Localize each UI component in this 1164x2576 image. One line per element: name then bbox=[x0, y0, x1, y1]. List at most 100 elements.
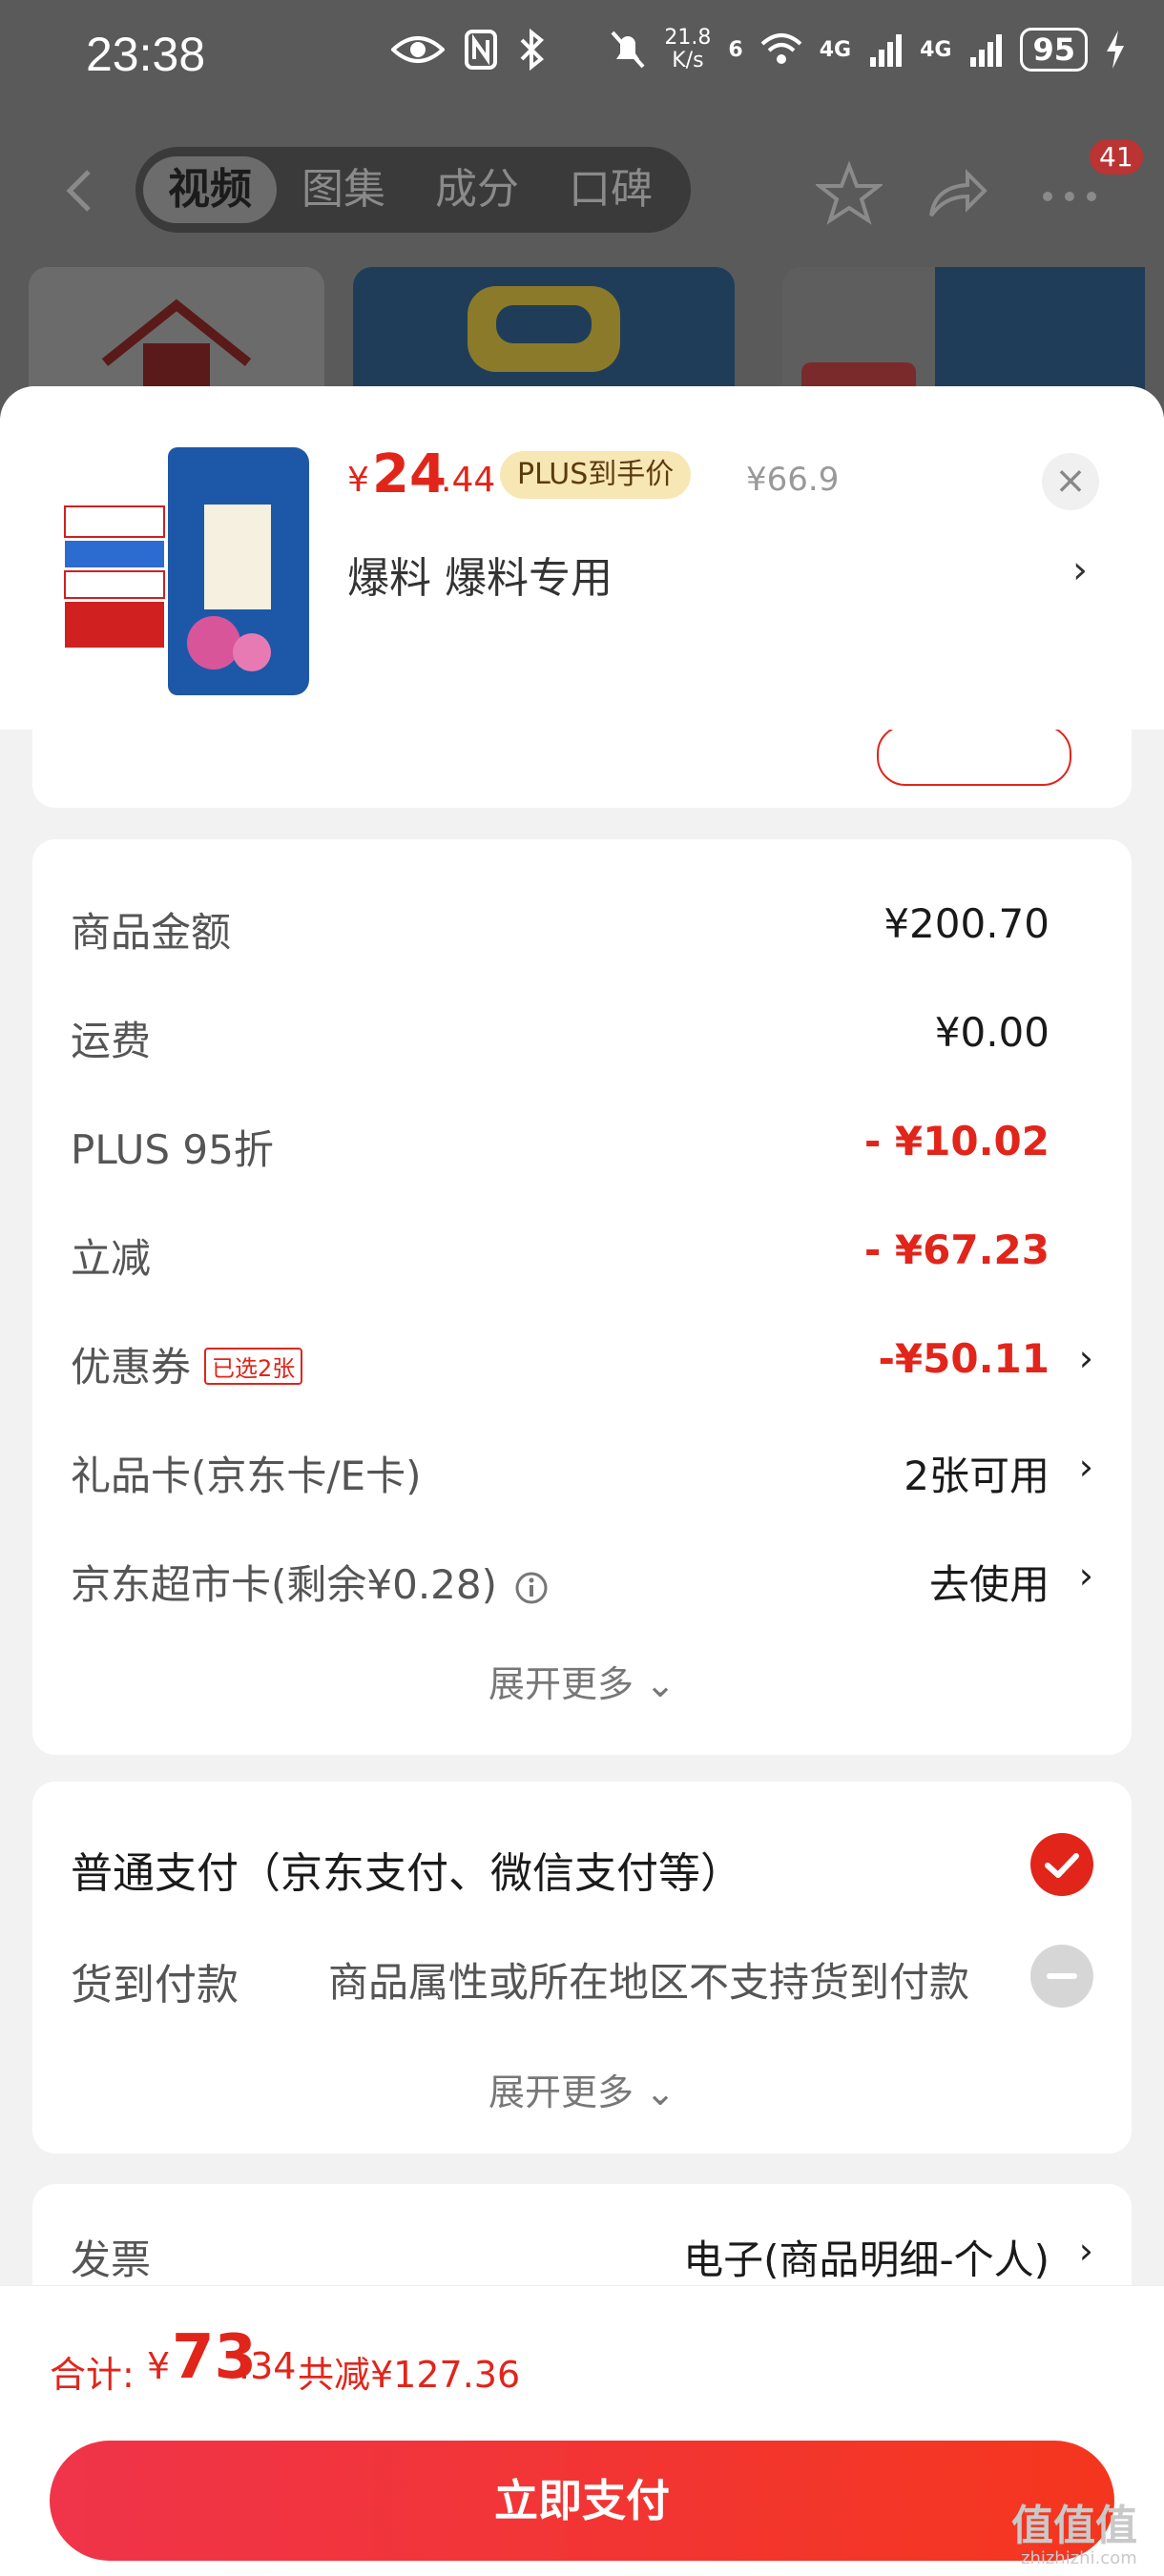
invoice-row[interactable]: 发票 电子(商品明细-个人) › bbox=[71, 2215, 1093, 2291]
close-icon: × bbox=[1054, 459, 1087, 503]
summary-row-instant-discount: 立减 - ¥67.23 bbox=[71, 1213, 1093, 1289]
mute-bell-icon bbox=[611, 31, 645, 69]
total-decimal: .34 bbox=[239, 2345, 297, 2387]
invoice-value: 电子(商品明细-个人) bbox=[683, 2236, 1050, 2283]
battery-level: 95 bbox=[1020, 28, 1088, 72]
invoice-label: 发票 bbox=[71, 2236, 152, 2283]
more-dots-icon[interactable] bbox=[1036, 160, 1103, 227]
watermark-url: zhizhizhi.com bbox=[1021, 2548, 1137, 2568]
original-price: ¥66.9 bbox=[746, 461, 840, 499]
chevron-down-icon: ⌄ bbox=[645, 1663, 676, 1705]
price-decimal: .44 bbox=[441, 461, 496, 500]
tab-video[interactable]: 视频 bbox=[143, 156, 277, 223]
plus-price-tag: PLUS到手价 bbox=[500, 451, 692, 499]
status-time: 23:38 bbox=[86, 28, 206, 81]
chevron-right-icon[interactable]: › bbox=[1079, 1446, 1093, 1488]
signal-type-2: 4G bbox=[920, 37, 952, 62]
info-icon[interactable] bbox=[514, 1571, 549, 1605]
summary-label: 运费 bbox=[71, 1018, 152, 1064]
total-saved: 共减¥127.36 bbox=[298, 2354, 521, 2396]
tab-reviews[interactable]: 口碑 bbox=[544, 156, 677, 223]
product-image[interactable] bbox=[61, 447, 309, 695]
tab-gallery[interactable]: 图集 bbox=[277, 156, 410, 223]
summary-row-coupon[interactable]: 优惠券 已选2张 -¥50.11 › bbox=[71, 1322, 1093, 1398]
supermarket-card-label: 京东超市卡(剩余¥0.28) bbox=[71, 1561, 498, 1608]
summary-label: PLUS 95折 bbox=[71, 1126, 274, 1173]
expand-more-payment[interactable]: 展开更多 ⌄ bbox=[32, 2063, 1132, 2115]
background-page: 23:38 21.8 K/s 6 4G 4G 95 视频 图集 成分 口碑 41 bbox=[0, 0, 1164, 439]
close-button[interactable]: × bbox=[1042, 453, 1099, 510]
status-right-icons: 21.8 K/s 6 4G 4G 95 bbox=[609, 27, 1126, 72]
summary-value: 去使用 bbox=[928, 1561, 1050, 1608]
product-header: ¥ 24 .44 PLUS到手价 ¥66.9 × 爆料 爆料专用 › bbox=[0, 386, 1164, 730]
charging-icon bbox=[1107, 31, 1124, 69]
summary-row-plus-discount: PLUS 95折 - ¥10.02 bbox=[71, 1104, 1093, 1181]
expand-more-label: 展开更多 bbox=[488, 1663, 634, 1705]
media-tabs: 视频 图集 成分 口碑 bbox=[135, 147, 691, 233]
total-currency: ¥ bbox=[147, 2345, 171, 2387]
payment-option-label: 普通支付（京东支付、微信支付等） bbox=[71, 1849, 742, 1898]
summary-value: -¥50.11 bbox=[878, 1335, 1050, 1382]
summary-value: 2张可用 bbox=[904, 1453, 1050, 1499]
summary-value: ¥0.00 bbox=[934, 1009, 1050, 1056]
price-summary-card: 商品金额 ¥200.70 运费 ¥0.00 PLUS 95折 - ¥10.02 … bbox=[32, 839, 1132, 1755]
favorite-star-icon[interactable] bbox=[816, 160, 883, 227]
price-currency: ¥ bbox=[347, 461, 369, 500]
share-icon[interactable] bbox=[924, 160, 990, 227]
summary-row-supermarket-card[interactable]: 京东超市卡(剩余¥0.28) 去使用 › bbox=[71, 1539, 1093, 1616]
watermark-logo: 值值值 bbox=[1011, 2502, 1137, 2550]
status-left-icons bbox=[391, 29, 546, 71]
status-bar: 23:38 21.8 K/s 6 4G 4G 95 bbox=[0, 0, 1164, 114]
wifi-icon bbox=[760, 33, 802, 64]
selected-check-icon[interactable] bbox=[1030, 1833, 1093, 1896]
chevron-right-icon[interactable]: › bbox=[1072, 548, 1088, 592]
net-speed-value: 21.8 bbox=[664, 26, 712, 50]
cod-unavailable-note: 商品属性或所在地区不支持货到付款 bbox=[328, 1959, 970, 2006]
product-package-image bbox=[61, 447, 309, 695]
chevron-right-icon[interactable]: › bbox=[1079, 2230, 1093, 2272]
signal-icon bbox=[870, 34, 903, 67]
eye-icon bbox=[391, 36, 445, 63]
summary-label: 商品金额 bbox=[71, 909, 232, 956]
payment-option-normal[interactable]: 普通支付（京东支付、微信支付等） bbox=[71, 1820, 1093, 1906]
nfc-icon bbox=[465, 30, 497, 70]
payment-option-label: 货到付款 bbox=[71, 1961, 239, 2009]
net-speed-unit: K/s bbox=[672, 49, 704, 72]
expand-more-summary[interactable]: 展开更多 ⌄ bbox=[32, 1655, 1132, 1707]
expand-more-label: 展开更多 bbox=[488, 2071, 634, 2113]
order-sheet: ¥ 24 .44 PLUS到手价 ¥66.9 × 爆料 爆料专用 › 商品金额 … bbox=[0, 386, 1164, 2575]
signal-icon bbox=[970, 34, 1003, 67]
summary-value: ¥200.70 bbox=[883, 900, 1050, 947]
price-integer: 24 bbox=[372, 443, 447, 505]
notification-badge: 41 bbox=[1090, 139, 1143, 175]
summary-value: - ¥67.23 bbox=[863, 1226, 1050, 1273]
summary-label: 优惠券 已选2张 bbox=[71, 1335, 303, 1393]
summary-label: 立减 bbox=[71, 1235, 152, 1282]
payment-option-cod: 货到付款 商品属性或所在地区不支持货到付款 bbox=[71, 1931, 1093, 2017]
payment-method-card: 普通支付（京东支付、微信支付等） 货到付款 商品属性或所在地区不支持货到付款 展… bbox=[32, 1782, 1132, 2154]
hidden-card-button[interactable] bbox=[877, 725, 1071, 786]
bluetooth-icon bbox=[520, 29, 544, 71]
coupon-selected-tag: 已选2张 bbox=[204, 1348, 303, 1385]
chevron-down-icon: ⌄ bbox=[645, 2071, 676, 2113]
chevron-right-icon[interactable]: › bbox=[1079, 1555, 1093, 1597]
coupon-label: 优惠券 bbox=[71, 1344, 192, 1391]
summary-row-gift-card[interactable]: 礼品卡(京东卡/E卡) 2张可用 › bbox=[71, 1431, 1093, 1507]
product-subtitle[interactable]: 爆料 爆料专用 bbox=[347, 544, 613, 605]
product-nav-bar: 视频 图集 成分 口碑 41 bbox=[0, 134, 1164, 248]
back-arrow-icon[interactable] bbox=[52, 162, 110, 219]
tab-ingredients[interactable]: 成分 bbox=[410, 156, 544, 223]
summary-row-shipping: 运费 ¥0.00 bbox=[71, 996, 1093, 1072]
summary-row-goods-amount: 商品金额 ¥200.70 bbox=[71, 887, 1093, 963]
chevron-right-icon[interactable]: › bbox=[1079, 1337, 1093, 1379]
disabled-option-icon bbox=[1030, 1945, 1093, 2008]
pay-now-button[interactable]: 立即支付 bbox=[50, 2441, 1114, 2561]
total-label: 合计: bbox=[50, 2354, 135, 2396]
summary-label: 京东超市卡(剩余¥0.28) bbox=[71, 1553, 549, 1611]
checkout-bar: 合计: ¥ 73 .34 共减¥127.36 立即支付 bbox=[0, 2285, 1164, 2576]
net-speed: 21.8 K/s bbox=[664, 27, 711, 72]
signal-type-1: 4G bbox=[819, 37, 852, 62]
summary-value: - ¥10.02 bbox=[863, 1118, 1050, 1164]
wifi-generation: 6 bbox=[728, 37, 743, 62]
summary-label: 礼品卡(京东卡/E卡) bbox=[71, 1453, 422, 1499]
